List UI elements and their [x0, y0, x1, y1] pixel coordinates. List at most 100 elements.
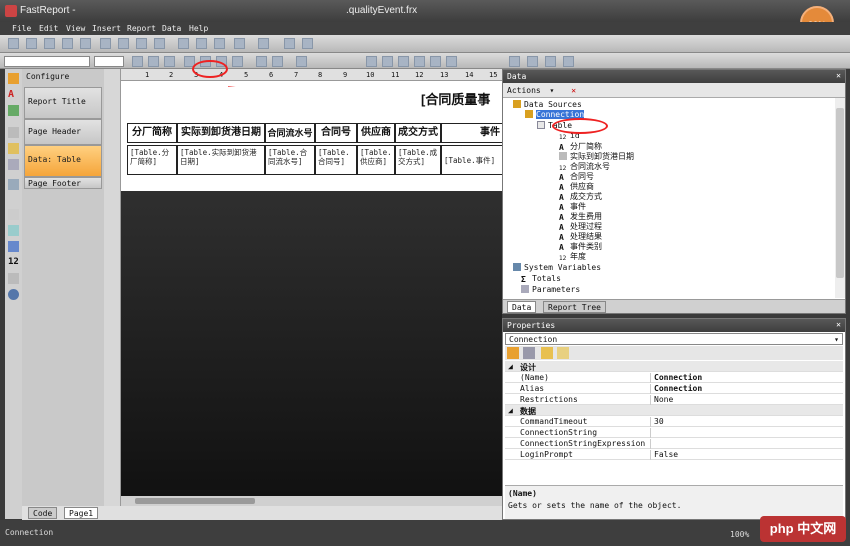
barcode-icon[interactable]: [8, 209, 19, 220]
map-icon[interactable]: [8, 289, 19, 300]
frame-left-icon[interactable]: [414, 56, 425, 67]
bring-front-icon[interactable]: [302, 38, 313, 49]
tab-report-tree[interactable]: Report Tree: [543, 301, 606, 313]
frame-all-icon[interactable]: [446, 56, 457, 67]
tree-system-variables[interactable]: System Variables: [513, 263, 601, 272]
bold-icon[interactable]: [132, 56, 143, 67]
layout-1-icon[interactable]: [509, 56, 520, 67]
property-value[interactable]: 30: [654, 417, 664, 426]
line-style-icon[interactable]: [296, 56, 307, 67]
chevron-down-icon[interactable]: ▾: [550, 86, 555, 95]
property-row[interactable]: Alias Connection: [505, 383, 843, 394]
data-cell[interactable]: [Table.合同流水号]: [265, 145, 315, 175]
paste-icon[interactable]: [136, 38, 147, 49]
sort-alpha-icon[interactable]: [523, 347, 535, 359]
zoom-level[interactable]: 100%: [730, 530, 749, 539]
property-row[interactable]: LoginPrompt False: [505, 449, 843, 460]
cut-icon[interactable]: [100, 38, 111, 49]
tree-data-sources[interactable]: Data Sources: [513, 100, 582, 109]
events-icon[interactable]: [557, 347, 569, 359]
menu-insert[interactable]: Insert: [92, 24, 121, 33]
new-icon[interactable]: [8, 38, 19, 49]
page-delete-icon[interactable]: [196, 38, 207, 49]
font-name-combo[interactable]: [4, 56, 90, 67]
frame-right-icon[interactable]: [430, 56, 441, 67]
properties-icon[interactable]: [541, 347, 553, 359]
preview-icon[interactable]: [62, 38, 73, 49]
property-value[interactable]: False: [654, 450, 678, 459]
close-icon[interactable]: ✕: [836, 71, 841, 80]
close-icon[interactable]: ✕: [836, 320, 841, 329]
delete-icon[interactable]: ✕: [571, 86, 576, 95]
tab-code[interactable]: Code: [28, 507, 58, 519]
band-page-header[interactable]: Page Header: [24, 119, 102, 145]
data-cell[interactable]: [Table.分厂简称]: [127, 145, 177, 175]
line-icon[interactable]: [8, 159, 19, 170]
number-icon[interactable]: 12: [8, 257, 19, 268]
copy-icon[interactable]: [118, 38, 129, 49]
categorized-icon[interactable]: [507, 347, 519, 359]
tree-field[interactable]: 12 年度: [559, 251, 586, 263]
page-add-icon[interactable]: [178, 38, 189, 49]
data-cell[interactable]: [Table.供应商]: [357, 145, 395, 175]
layout-3-icon[interactable]: [545, 56, 556, 67]
pointer-icon[interactable]: [8, 73, 19, 84]
property-row[interactable]: CommandTimeout 30: [505, 416, 843, 427]
align-icon[interactable]: [284, 38, 295, 49]
underline-icon[interactable]: [164, 56, 175, 67]
tree-scrollbar[interactable]: [835, 98, 845, 298]
checkbox-icon[interactable]: [8, 225, 19, 236]
data-cell[interactable]: [Table.事件]: [441, 145, 502, 175]
chevron-down-icon[interactable]: ▾: [834, 335, 839, 344]
menu-file[interactable]: File: [12, 24, 31, 33]
font-size-combo[interactable]: [94, 56, 124, 67]
property-value[interactable]: None: [654, 395, 673, 404]
undo-icon[interactable]: [234, 38, 245, 49]
actions-menu[interactable]: Actions: [507, 86, 541, 95]
configure-bands-label[interactable]: Configure: [26, 72, 69, 81]
band-report-title[interactable]: Report Title: [24, 87, 102, 119]
menu-view[interactable]: View: [66, 24, 85, 33]
band-data-table[interactable]: Data: Table: [24, 145, 102, 177]
tab-page1[interactable]: Page1: [64, 507, 99, 519]
data-cell[interactable]: [Table.成交方式]: [395, 145, 441, 175]
save-icon[interactable]: [44, 38, 55, 49]
data-cell[interactable]: [Table.实际到卸货港日期]: [177, 145, 265, 175]
redo-icon[interactable]: [258, 38, 269, 49]
frame-icon[interactable]: [366, 56, 377, 67]
property-row[interactable]: Restrictions None: [505, 394, 843, 405]
scrollbar-thumb[interactable]: [836, 108, 844, 278]
object-selector[interactable]: Connection ▾: [505, 333, 843, 345]
picture-icon[interactable]: [8, 105, 19, 116]
open-icon[interactable]: [26, 38, 37, 49]
menu-data[interactable]: Data: [162, 24, 181, 33]
scrollbar-thumb[interactable]: [135, 498, 255, 504]
fill-icon[interactable]: [272, 56, 283, 67]
property-value[interactable]: Connection: [654, 384, 702, 393]
tree-parameters[interactable]: Parameters: [521, 285, 580, 294]
property-category[interactable]: ◢ 数据: [505, 405, 843, 416]
menu-report[interactable]: Report: [127, 24, 156, 33]
table-icon[interactable]: [8, 143, 19, 154]
band-icon[interactable]: [8, 127, 19, 138]
property-row[interactable]: ConnectionString: [505, 427, 843, 438]
justify-icon[interactable]: [232, 56, 243, 67]
shape-icon[interactable]: [8, 179, 19, 190]
horizontal-scrollbar[interactable]: [121, 496, 502, 506]
property-value[interactable]: Connection: [654, 373, 702, 382]
property-category[interactable]: ◢ 设计: [505, 361, 843, 372]
group-icon[interactable]: [214, 38, 225, 49]
header-cell[interactable]: 分厂简称: [127, 123, 177, 143]
chart-icon[interactable]: [8, 241, 19, 252]
print-icon[interactable]: [80, 38, 91, 49]
tab-data[interactable]: Data: [507, 301, 537, 313]
menu-help[interactable]: Help: [189, 24, 208, 33]
border-icon[interactable]: [256, 56, 267, 67]
layout-4-icon[interactable]: [563, 56, 574, 67]
italic-icon[interactable]: [148, 56, 159, 67]
text-object-icon[interactable]: A: [8, 89, 19, 100]
data-cell[interactable]: [Table.合同号]: [315, 145, 357, 175]
property-row[interactable]: (Name) Connection: [505, 372, 843, 383]
layout-2-icon[interactable]: [527, 56, 538, 67]
frame-top-icon[interactable]: [382, 56, 393, 67]
